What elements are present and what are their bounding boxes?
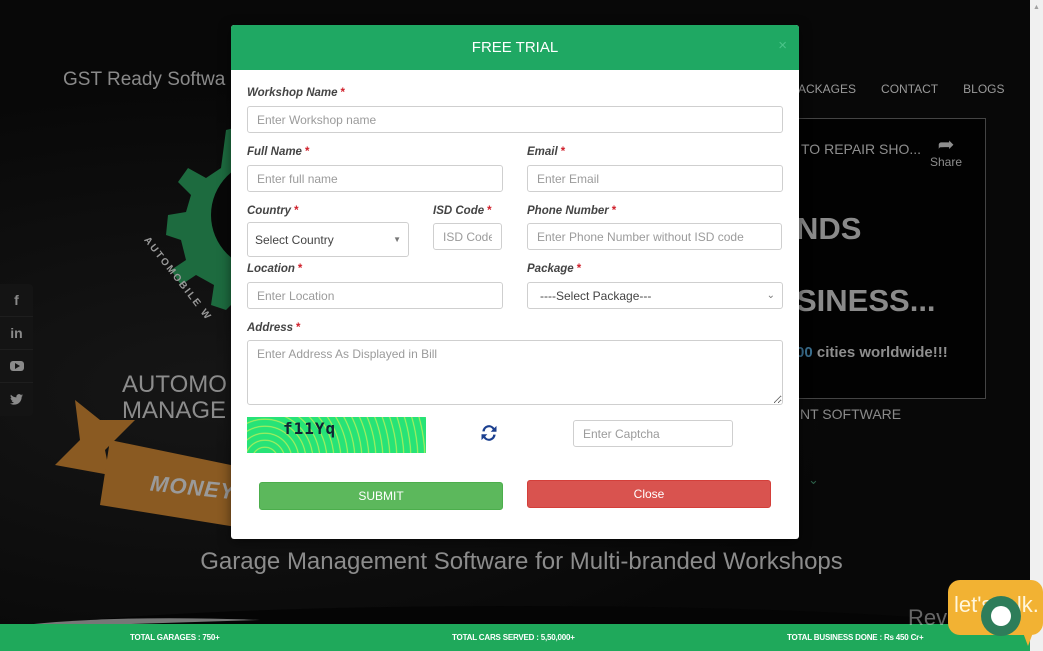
package-label: Package *	[527, 263, 581, 275]
label-text: Full Name	[247, 146, 302, 158]
required-marker: *	[294, 205, 299, 217]
modal-title: FREE TRIAL	[471, 39, 559, 56]
label-text: Phone Number	[527, 205, 609, 217]
country-label: Country *	[247, 205, 299, 217]
captcha-image: f11Yq	[247, 417, 426, 453]
email-label: Email *	[527, 146, 565, 158]
chevron-down-icon: ⌄	[766, 290, 775, 301]
label-text: Address	[247, 322, 294, 334]
label-text: ISD Code	[433, 205, 485, 217]
label-text: Package	[527, 263, 574, 275]
required-marker: *	[576, 263, 582, 275]
country-select[interactable]: Select Country ▼	[247, 222, 409, 257]
email-input[interactable]	[527, 165, 783, 192]
close-icon[interactable]: ×	[778, 37, 787, 54]
required-marker: *	[297, 263, 303, 275]
package-select[interactable]: ----Select Package--- ⌄	[527, 282, 783, 309]
location-label: Location *	[247, 263, 302, 275]
label-text: Location	[247, 263, 295, 275]
address-textarea[interactable]	[247, 340, 783, 405]
isd-code-label: ISD Code *	[433, 205, 492, 217]
required-marker: *	[304, 146, 310, 158]
free-trial-modal: FREE TRIAL × Workshop Name* Full Name* E…	[231, 25, 799, 539]
label-text: Country	[247, 205, 292, 217]
country-selected-value: Select Country	[255, 232, 334, 247]
close-button[interactable]: Close	[527, 480, 771, 508]
refresh-captcha-icon[interactable]	[479, 423, 499, 443]
label-text: Email	[527, 146, 558, 158]
phone-number-label: Phone Number *	[527, 205, 616, 217]
isd-code-input[interactable]	[433, 223, 502, 250]
full-name-label: Full Name *	[247, 146, 309, 158]
caret-down-icon: ▼	[393, 235, 401, 244]
modal-header: FREE TRIAL ×	[231, 25, 799, 70]
captcha-text: f11Yq	[283, 419, 337, 438]
workshop-name-label: Workshop Name *	[247, 87, 345, 99]
location-input[interactable]	[247, 282, 503, 309]
required-marker: *	[560, 146, 566, 158]
full-name-input[interactable]	[247, 165, 503, 192]
address-label: Address *	[247, 322, 301, 334]
label-text: Workshop Name	[247, 87, 338, 99]
submit-button[interactable]: SUBMIT	[259, 482, 503, 510]
captcha-input[interactable]	[573, 420, 733, 447]
required-marker: *	[487, 205, 492, 217]
required-marker: *	[296, 322, 301, 334]
workshop-name-input[interactable]	[247, 106, 783, 133]
phone-number-input[interactable]	[527, 223, 782, 250]
required-marker: *	[611, 205, 617, 217]
required-marker: *	[340, 87, 346, 99]
package-selected-value: ----Select Package---	[540, 288, 652, 303]
